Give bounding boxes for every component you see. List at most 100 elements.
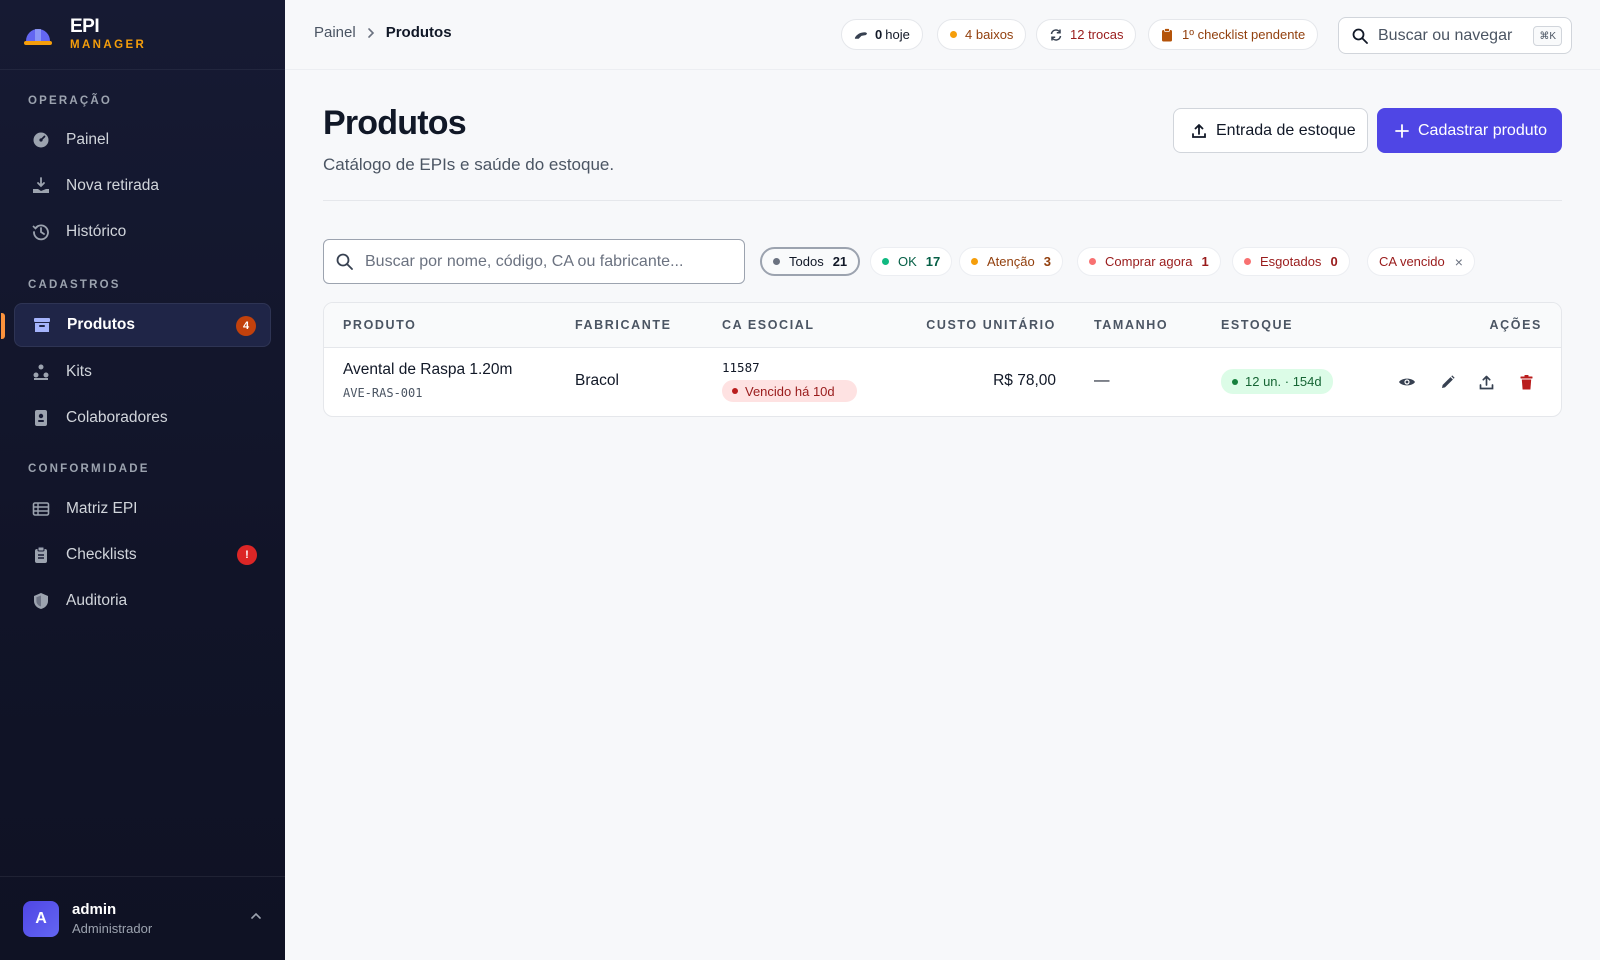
column-header[interactable]: CA ESOCIAL xyxy=(722,318,815,332)
upload-icon xyxy=(1191,123,1207,139)
user-menu[interactable]: A admin Administrador xyxy=(0,876,285,960)
filter-comprar-agora[interactable]: Comprar agora 1 xyxy=(1077,247,1221,276)
sidebar-item-label: Produtos xyxy=(67,316,136,333)
status-dot xyxy=(950,31,957,38)
manufacturer: Bracol xyxy=(575,372,619,389)
filter-esgotados[interactable]: Esgotados 0 xyxy=(1232,247,1350,276)
chevron-right-icon xyxy=(367,27,374,38)
ca-number: 11587 xyxy=(722,360,760,375)
column-header[interactable]: ESTOQUE xyxy=(1221,318,1293,332)
status-dot xyxy=(1089,258,1096,265)
sidebar-item-matriz-epi[interactable]: Matriz EPI xyxy=(14,487,271,531)
chip-baixos[interactable]: 4 baixos xyxy=(937,19,1027,50)
clipboard-icon xyxy=(32,546,50,564)
edit-icon[interactable] xyxy=(1436,371,1458,393)
sidebar-item-label: Checklists xyxy=(66,546,137,563)
hand-receive-icon xyxy=(32,177,50,195)
chip-trocas-label: 12 trocas xyxy=(1070,27,1124,42)
filter-ok[interactable]: OK 17 xyxy=(870,247,953,276)
close-icon[interactable]: × xyxy=(1455,254,1463,270)
chip-hoje[interactable]: 0 hoje xyxy=(841,19,923,50)
table-row[interactable]: Avental de Raspa 1.20m AVE-RAS-001 Braco… xyxy=(324,348,1561,416)
filter-label: Todos xyxy=(789,254,824,269)
stock-entry-button[interactable]: Entrada de estoque xyxy=(1173,108,1368,153)
sidebar-item-label: Colaboradores xyxy=(66,409,168,426)
sidebar-item-label: Auditoria xyxy=(66,592,128,609)
products-table: PRODUTO FABRICANTE CA ESOCIAL CUSTO UNIT… xyxy=(323,302,1562,417)
brand-title: EPI xyxy=(70,15,100,37)
column-header[interactable]: CUSTO UNITÁRIO xyxy=(926,318,1056,332)
sidebar-item-produtos[interactable]: Produtos 4 xyxy=(1,303,271,347)
filter-count: 0 xyxy=(1330,254,1338,269)
export-icon[interactable] xyxy=(1475,371,1497,393)
status-dot xyxy=(773,258,780,265)
sidebar-item-label: Histórico xyxy=(66,223,127,240)
sidebar-item-label: Kits xyxy=(66,363,92,380)
filter-todos[interactable]: Todos 21 xyxy=(760,247,861,276)
header-divider xyxy=(323,200,1562,201)
chevron-up-icon xyxy=(251,912,261,919)
column-header[interactable]: FABRICANTE xyxy=(575,318,672,332)
nav-section-operacao: OPERAÇÃO xyxy=(28,95,113,107)
filter-label: CA vencido xyxy=(1379,254,1445,269)
glove-icon xyxy=(854,28,868,42)
breadcrumb: Painel Produtos xyxy=(314,24,452,41)
breadcrumb-parent[interactable]: Painel xyxy=(314,24,356,41)
table-icon xyxy=(32,500,50,518)
topbar: Painel Produtos 0 hoje 4 baixos 12 troca… xyxy=(285,0,1600,70)
shield-icon xyxy=(32,592,50,610)
product-search-input[interactable]: Buscar por nome, código, CA ou fabricant… xyxy=(323,239,745,284)
register-product-button[interactable]: Cadastrar produto xyxy=(1377,108,1562,153)
chip-checklist-pendente[interactable]: 1º checklist pendente xyxy=(1148,19,1319,50)
view-icon[interactable] xyxy=(1396,371,1418,393)
sidebar-item-checklists[interactable]: Checklists ! xyxy=(14,533,271,577)
shortcut-hint: ⌘K xyxy=(1533,26,1562,46)
sidebar: EPI MANAGER OPERAÇÃO Painel Nova retirad… xyxy=(0,0,285,960)
filter-label: Comprar agora xyxy=(1105,254,1193,269)
refresh-icon xyxy=(1049,28,1063,42)
sidebar-item-colaboradores[interactable]: Colaboradores xyxy=(14,396,271,440)
sidebar-item-historico[interactable]: Histórico xyxy=(14,210,271,254)
product-search-placeholder: Buscar por nome, código, CA ou fabricant… xyxy=(365,252,684,270)
filter-atencao[interactable]: Atenção 3 xyxy=(959,247,1063,276)
sidebar-item-kits[interactable]: Kits xyxy=(14,350,271,394)
brand[interactable]: EPI MANAGER xyxy=(0,0,285,70)
chip-checklist-label: 1º checklist pendente xyxy=(1182,27,1306,42)
kits-icon xyxy=(32,363,50,381)
stock-text: 12 un. · 154d xyxy=(1245,374,1322,389)
search-icon xyxy=(336,253,353,270)
column-header[interactable]: PRODUTO xyxy=(343,318,416,332)
page-subtitle: Catálogo de EPIs e saúde do estoque. xyxy=(323,155,615,174)
chip-hoje-value: 0 xyxy=(875,27,883,42)
table-header: PRODUTO FABRICANTE CA ESOCIAL CUSTO UNIT… xyxy=(324,303,1561,348)
produtos-count-badge: 4 xyxy=(236,316,256,336)
status-dot xyxy=(971,258,978,265)
clipboard-icon xyxy=(1161,27,1175,42)
dashboard-gauge-icon xyxy=(32,131,50,149)
history-icon xyxy=(32,223,50,241)
global-search[interactable]: Buscar ou navegar ⌘K xyxy=(1338,17,1572,54)
breadcrumb-current: Produtos xyxy=(385,24,452,41)
filter-ca-vencido[interactable]: CA vencido × xyxy=(1367,247,1475,276)
plus-icon xyxy=(1395,123,1409,139)
size-value: — xyxy=(1094,372,1110,389)
delete-icon[interactable] xyxy=(1515,371,1537,393)
ca-status-text: Vencido há 10d xyxy=(745,383,835,399)
filter-label: Esgotados xyxy=(1260,254,1322,269)
chip-hoje-label: hoje xyxy=(885,27,910,42)
column-header[interactable]: TAMANHO xyxy=(1094,318,1168,332)
global-search-placeholder: Buscar ou navegar xyxy=(1378,26,1513,44)
product-name[interactable]: Avental de Raspa 1.20m xyxy=(343,361,512,379)
status-dot xyxy=(732,388,738,394)
sidebar-item-painel[interactable]: Painel xyxy=(14,118,271,162)
stock-entry-label: Entrada de estoque xyxy=(1216,121,1356,139)
sidebar-item-auditoria[interactable]: Auditoria xyxy=(14,579,271,623)
chip-trocas[interactable]: 12 trocas xyxy=(1036,19,1137,50)
search-icon xyxy=(1352,28,1368,44)
sidebar-item-label: Matriz EPI xyxy=(66,500,138,517)
sidebar-item-label: Painel xyxy=(66,131,110,148)
filter-label: OK xyxy=(898,254,917,269)
sidebar-item-nova-retirada[interactable]: Nova retirada xyxy=(14,164,271,208)
avatar: A xyxy=(23,900,59,937)
filter-count: 1 xyxy=(1201,254,1209,269)
